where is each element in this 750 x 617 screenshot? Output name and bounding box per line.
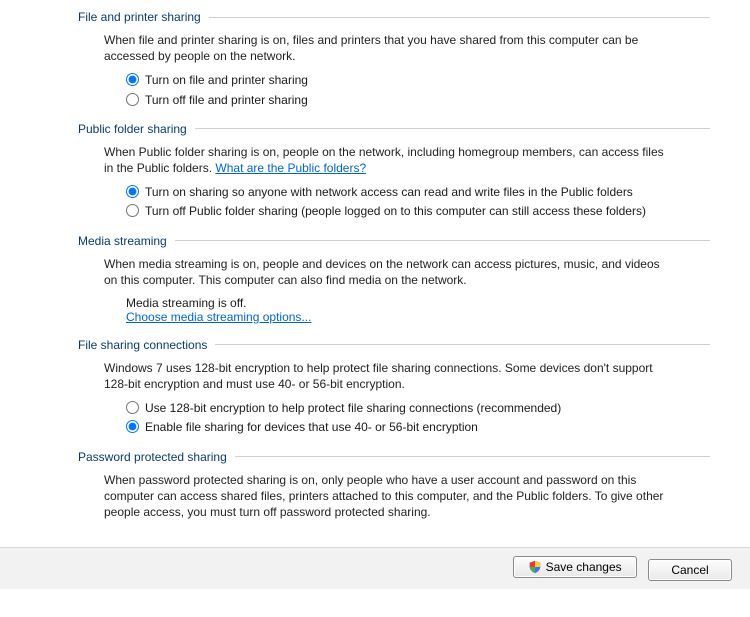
link-choose-media-streaming-options[interactable]: Choose media streaming options...	[126, 310, 311, 324]
section-media-streaming: Media streaming When media streaming is …	[78, 234, 710, 324]
link-what-are-public-folders[interactable]: What are the Public folders?	[215, 161, 366, 175]
section-description: When password protected sharing is on, o…	[104, 472, 710, 521]
divider	[215, 344, 710, 345]
save-changes-button[interactable]: Save changes	[513, 556, 637, 578]
radio-input[interactable]	[126, 73, 139, 86]
option-128-bit-encryption[interactable]: Use 128-bit encryption to help protect f…	[126, 400, 710, 416]
button-label: Save changes	[546, 560, 622, 574]
section-password-protected-sharing: Password protected sharing When password…	[78, 450, 710, 521]
section-description: When file and printer sharing is on, fil…	[104, 32, 710, 64]
description-text: When Public folder sharing is on, people…	[104, 145, 664, 175]
radio-group-file-printer: Turn on file and printer sharing Turn of…	[126, 72, 710, 107]
radio-input[interactable]	[126, 401, 139, 414]
section-public-folder-sharing: Public folder sharing When Public folder…	[78, 122, 710, 220]
radio-input[interactable]	[126, 93, 139, 106]
cancel-button[interactable]: Cancel	[648, 559, 732, 581]
option-label: Turn off Public folder sharing (people l…	[145, 203, 646, 219]
divider	[175, 240, 710, 241]
section-title: File sharing connections	[78, 338, 207, 352]
section-title: File and printer sharing	[78, 10, 201, 24]
divider	[195, 128, 710, 129]
section-heading: Media streaming	[78, 234, 710, 248]
option-label: Turn off file and printer sharing	[145, 92, 308, 108]
section-description: Windows 7 uses 128-bit encryption to hel…	[104, 360, 710, 392]
option-label: Use 128-bit encryption to help protect f…	[145, 400, 561, 416]
section-title: Media streaming	[78, 234, 167, 248]
section-title: Password protected sharing	[78, 450, 227, 464]
section-heading: Public folder sharing	[78, 122, 710, 136]
section-file-printer-sharing: File and printer sharing When file and p…	[78, 10, 710, 108]
media-streaming-status-block: Media streaming is off. Choose media str…	[126, 296, 710, 324]
option-label: Turn on sharing so anyone with network a…	[145, 184, 633, 200]
section-description: When Public folder sharing is on, people…	[104, 144, 710, 176]
button-label: Cancel	[671, 563, 708, 577]
divider	[235, 456, 710, 457]
media-streaming-status: Media streaming is off.	[126, 296, 710, 310]
radio-group-public-folder: Turn on sharing so anyone with network a…	[126, 184, 710, 219]
option-turn-off-file-printer-sharing[interactable]: Turn off file and printer sharing	[126, 92, 710, 108]
option-turn-on-file-printer-sharing[interactable]: Turn on file and printer sharing	[126, 72, 710, 88]
option-label: Enable file sharing for devices that use…	[145, 419, 478, 435]
radio-input[interactable]	[126, 185, 139, 198]
dialog-footer: Save changes Cancel	[0, 547, 750, 589]
radio-group-encryption: Use 128-bit encryption to help protect f…	[126, 400, 710, 435]
uac-shield-icon	[528, 560, 542, 574]
advanced-sharing-settings-panel: File and printer sharing When file and p…	[0, 0, 750, 520]
section-file-sharing-connections: File sharing connections Windows 7 uses …	[78, 338, 710, 436]
section-description: When media streaming is on, people and d…	[104, 256, 710, 288]
radio-input[interactable]	[126, 204, 139, 217]
option-turn-on-public-folder-sharing[interactable]: Turn on sharing so anyone with network a…	[126, 184, 710, 200]
section-heading: File sharing connections	[78, 338, 710, 352]
radio-input[interactable]	[126, 420, 139, 433]
section-heading: Password protected sharing	[78, 450, 710, 464]
option-40-56-bit-encryption[interactable]: Enable file sharing for devices that use…	[126, 419, 710, 435]
section-heading: File and printer sharing	[78, 10, 710, 24]
section-title: Public folder sharing	[78, 122, 187, 136]
option-label: Turn on file and printer sharing	[145, 72, 308, 88]
divider	[209, 17, 710, 18]
option-turn-off-public-folder-sharing[interactable]: Turn off Public folder sharing (people l…	[126, 203, 710, 219]
